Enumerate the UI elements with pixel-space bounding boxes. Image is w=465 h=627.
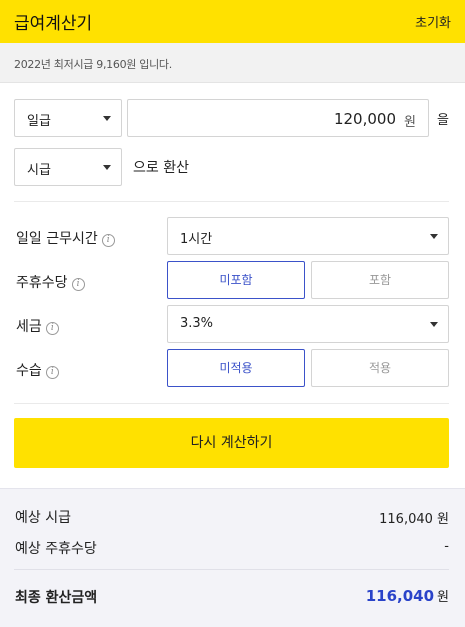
caret-down-icon <box>103 165 111 170</box>
amount-input[interactable]: 120,000 원 <box>127 99 429 137</box>
amount-value: 120,000 <box>333 110 396 128</box>
notice-text: 2022년 최저시급 9,160원 입니다. <box>14 58 172 71</box>
amount-unit: 원 <box>404 115 416 130</box>
tax-label: 세금 i <box>16 316 59 336</box>
holiday-include-toggle[interactable]: 포함 <box>311 261 449 299</box>
particle-text: 을 <box>437 113 449 128</box>
info-circle-icon[interactable]: i <box>71 278 85 291</box>
tax-select[interactable]: 3.3% <box>167 305 449 343</box>
final-amount: 116,040 원 <box>366 586 449 605</box>
period-select-value: 일급 <box>27 114 51 129</box>
work-hours-select[interactable]: 1시간 <box>167 217 449 255</box>
divider <box>14 403 449 404</box>
page-title: 급여계산기 <box>14 14 93 34</box>
info-circle-icon[interactable]: i <box>45 366 59 379</box>
target-select-value: 시급 <box>27 163 51 178</box>
period-select[interactable]: 일급 <box>14 99 122 137</box>
caret-down-icon <box>430 322 438 327</box>
info-circle-icon[interactable]: i <box>45 322 59 335</box>
info-circle-icon[interactable]: i <box>101 234 115 247</box>
caret-down-icon <box>103 116 111 121</box>
divider <box>14 201 449 202</box>
caret-down-icon <box>430 234 438 239</box>
minimum-wage-notice: 2022년 최저시급 9,160원 입니다. <box>0 43 465 83</box>
holiday-allowance-result-value: - <box>444 539 449 554</box>
work-hours-value: 1시간 <box>180 232 213 247</box>
target-select[interactable]: 시급 <box>14 148 122 186</box>
holiday-allowance-result-label: 예상 주휴수당 <box>15 541 97 557</box>
probation-label: 수습 i <box>16 360 59 380</box>
probation-on-toggle[interactable]: 적용 <box>311 349 449 387</box>
hourly-value: 116,040 원 <box>379 512 449 527</box>
reset-button[interactable]: 초기화 <box>415 12 451 31</box>
work-hours-label: 일일 근무시간 i <box>16 228 115 248</box>
hourly-label: 예상 시급 <box>15 510 71 526</box>
final-amount-unit: 원 <box>437 590 449 605</box>
holiday-allowance-label: 주휴수당 i <box>16 272 85 292</box>
final-amount-label: 최종 환산금액 <box>15 590 98 606</box>
recalculate-button[interactable]: 다시 계산하기 <box>14 418 449 468</box>
convert-text: 으로 환산 <box>133 160 189 176</box>
tax-value: 3.3% <box>180 316 214 331</box>
final-amount-value: 116,040 <box>365 587 435 605</box>
app-header: 급여계산기 초기화 <box>0 0 465 43</box>
probation-off-toggle[interactable]: 미적용 <box>167 349 305 387</box>
result-divider <box>14 569 449 570</box>
holiday-exclude-toggle[interactable]: 미포함 <box>167 261 305 299</box>
